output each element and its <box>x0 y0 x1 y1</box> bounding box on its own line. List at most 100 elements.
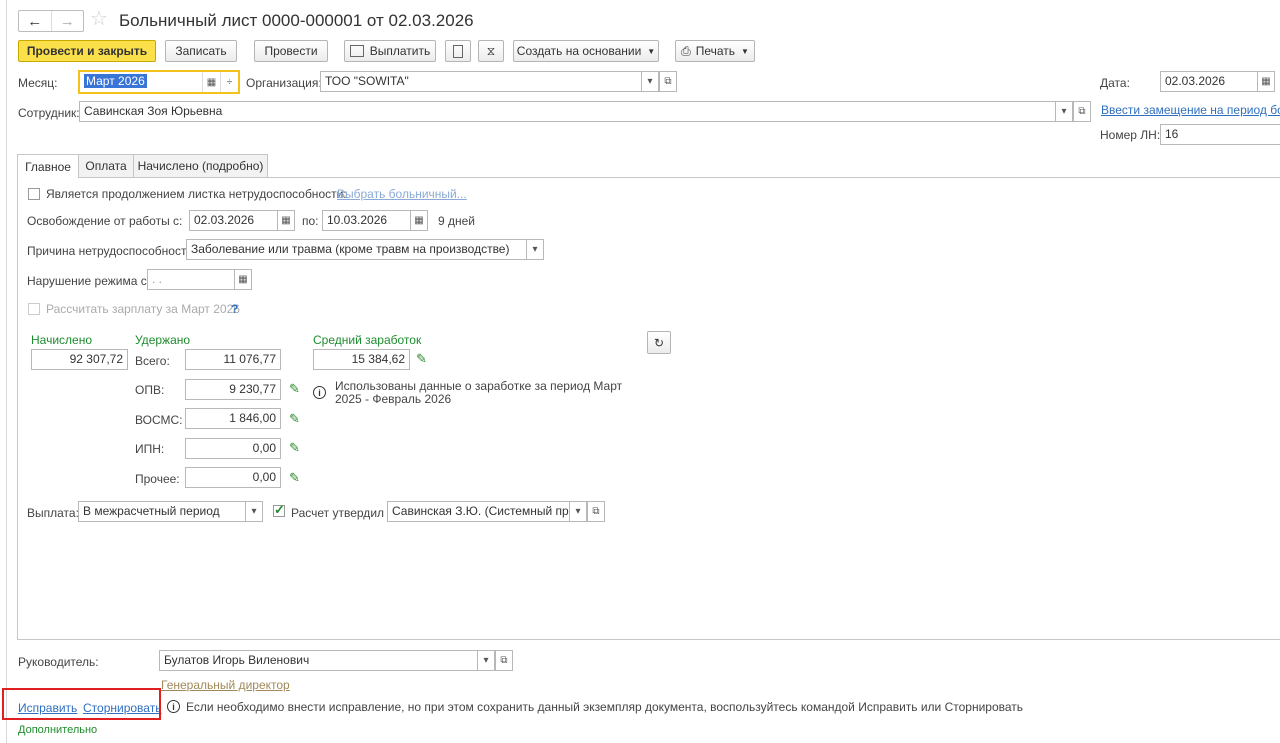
create-based-button[interactable]: Создать на основании ▼ <box>513 40 659 62</box>
total-value: 11 076,77 <box>185 349 281 370</box>
employee-input[interactable]: Савинская Зоя Юрьевна <box>79 101 1056 122</box>
total-label: Всего: <box>135 354 170 368</box>
report-icon <box>453 44 463 58</box>
violation-calendar-icon[interactable]: ▦ <box>234 269 252 290</box>
release-from-label: Освобождение от работы с: <box>27 214 183 228</box>
dropdown-arrow-icon: ▼ <box>647 46 656 56</box>
head-dropdown-icon[interactable]: ▾ <box>477 650 495 671</box>
earnings-period-info: Использованы данные о заработке за перио… <box>335 379 623 406</box>
continuation-checkbox[interactable] <box>28 188 40 200</box>
vosms-label: ВОСМС: <box>135 413 183 427</box>
save-button[interactable]: Записать <box>165 40 237 62</box>
ipn-value: 0,00 <box>185 438 281 459</box>
release-from-input[interactable]: 02.03.2026 <box>189 210 278 231</box>
reason-input[interactable]: Заболевание или травма (кроме травм на п… <box>186 239 527 260</box>
approved-label: Расчет утвердил <box>291 506 385 520</box>
ipn-label: ИПН: <box>135 442 165 456</box>
edit-ipn-pencil-icon[interactable]: ✎ <box>289 440 300 456</box>
edit-average-pencil-icon[interactable]: ✎ <box>416 351 427 367</box>
approved-by-input[interactable]: Савинская З.Ю. (Системный прог <box>387 501 570 522</box>
edit-other-pencil-icon[interactable]: ✎ <box>289 470 300 486</box>
additional-section[interactable]: Дополнительно <box>18 724 97 736</box>
reason-dropdown-icon[interactable]: ▾ <box>526 239 544 260</box>
paperclip-icon: ⧖ <box>486 43 496 58</box>
window-title: Больничный лист 0000-000001 от 02.03.202… <box>119 11 474 30</box>
tab-main[interactable]: Главное <box>17 154 79 178</box>
accrued-header: Начислено <box>31 333 93 347</box>
month-value: Март 2026 <box>84 74 147 88</box>
post-button[interactable]: Провести <box>254 40 328 62</box>
back-arrow-icon[interactable]: ← <box>19 11 51 31</box>
org-open-icon[interactable]: ⧉ <box>659 71 677 92</box>
refresh-button[interactable]: ↻ <box>647 331 671 354</box>
correction-hint: Если необходимо внести исправление, но п… <box>186 700 1024 714</box>
head-position-link[interactable]: Генеральный директор <box>161 678 290 692</box>
other-value: 0,00 <box>185 467 281 488</box>
edit-opv-pencil-icon[interactable]: ✎ <box>289 381 300 397</box>
edit-vosms-pencil-icon[interactable]: ✎ <box>289 411 300 427</box>
pay-button[interactable]: Выплатить <box>344 40 436 62</box>
tab-accrued-detailed[interactable]: Начислено (подробно) <box>133 154 268 177</box>
calendar-icon[interactable]: ▦ <box>202 72 220 92</box>
calc-salary-checkbox[interactable] <box>28 303 40 315</box>
help-icon[interactable]: ? <box>231 302 238 316</box>
release-to-label: по: <box>302 214 319 228</box>
date-label: Дата: <box>1100 76 1130 90</box>
choose-sick-leave-link[interactable]: Выбрать больничный... <box>337 187 467 201</box>
payout-label: Выплата: <box>27 506 79 520</box>
head-input[interactable]: Булатов Игорь Виленович <box>159 650 478 671</box>
release-to-input[interactable]: 10.03.2026 <box>322 210 411 231</box>
hint-info-icon: i <box>167 700 180 713</box>
refresh-icon: ↻ <box>653 335 665 350</box>
org-input[interactable]: ТОО "SOWITA" <box>320 71 642 92</box>
replacement-link[interactable]: Ввести замещение на период бол <box>1101 103 1280 117</box>
print-label: Печать <box>695 44 735 58</box>
org-label: Организация: <box>246 76 322 90</box>
employee-open-icon[interactable]: ⧉ <box>1073 101 1091 122</box>
calc-salary-label: Рассчитать зарплату за Март 2026 <box>46 302 240 316</box>
date-calendar-icon[interactable]: ▦ <box>1257 71 1275 92</box>
print-button[interactable]: ⎙ Печать ▼ <box>675 40 755 62</box>
approved-dropdown-icon[interactable]: ▾ <box>569 501 587 522</box>
month-label: Месяц: <box>18 76 58 90</box>
attach-button[interactable]: ⧖ <box>478 40 504 62</box>
withheld-header: Удержано <box>135 333 191 347</box>
tab-payment[interactable]: Оплата <box>78 154 134 177</box>
payout-input[interactable]: В межрасчетный период <box>78 501 246 522</box>
spin-icon[interactable]: ÷ <box>220 72 238 92</box>
post-and-close-button[interactable]: Провести и закрыть <box>18 40 156 62</box>
forward-arrow-icon[interactable]: → <box>50 11 84 31</box>
pay-button-label: Выплатить <box>369 44 431 58</box>
head-open-icon[interactable]: ⧉ <box>495 650 513 671</box>
average-earnings-header: Средний заработок <box>313 333 422 347</box>
window-left-border <box>6 0 7 743</box>
violation-input[interactable]: . . <box>147 269 235 290</box>
average-earnings-value: 15 384,62 <box>313 349 410 370</box>
date-input[interactable]: 02.03.2026 <box>1160 71 1258 92</box>
approved-open-icon[interactable]: ⧉ <box>587 501 605 522</box>
continuation-label: Является продолжением листка нетрудоспос… <box>46 187 347 201</box>
opv-value: 9 230,77 <box>185 379 281 400</box>
payout-dropdown-icon[interactable]: ▾ <box>245 501 263 522</box>
opv-label: ОПВ: <box>135 383 165 397</box>
violation-label: Нарушение режима с: <box>27 274 151 288</box>
other-label: Прочее: <box>135 472 180 486</box>
ln-number-label: Номер ЛН: <box>1100 128 1161 142</box>
release-to-calendar-icon[interactable]: ▦ <box>410 210 428 231</box>
ln-number-input[interactable]: 16 <box>1160 124 1280 145</box>
create-based-label: Создать на основании <box>516 44 642 58</box>
approved-checkbox[interactable]: ✓ <box>273 502 285 517</box>
head-label: Руководитель: <box>18 655 99 669</box>
vosms-value: 1 846,00 <box>185 408 281 429</box>
release-from-calendar-icon[interactable]: ▦ <box>277 210 295 231</box>
report-button[interactable] <box>445 40 471 62</box>
employee-dropdown-icon[interactable]: ▾ <box>1055 101 1073 122</box>
org-dropdown-icon[interactable]: ▾ <box>641 71 659 92</box>
check-icon: ✓ <box>274 502 285 517</box>
days-count: 9 дней <box>438 214 476 228</box>
employee-label: Сотрудник: <box>18 106 80 120</box>
favorite-star-icon[interactable]: ☆ <box>90 9 108 29</box>
pay-icon <box>349 45 364 57</box>
highlight-box <box>2 688 161 720</box>
info-icon: i <box>313 386 326 399</box>
